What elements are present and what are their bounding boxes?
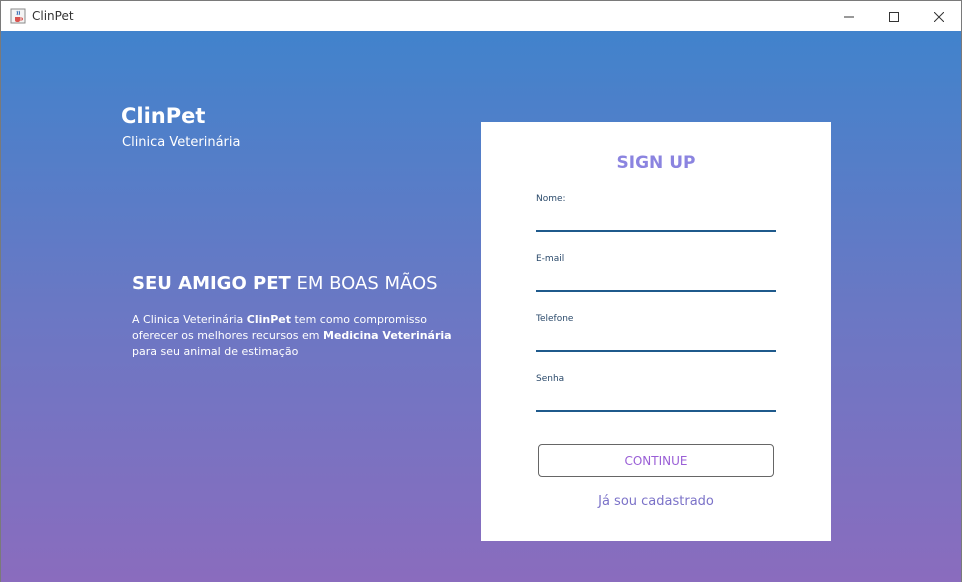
title-bar[interactable]: ClinPet — [1, 1, 961, 31]
minimize-icon — [843, 7, 854, 26]
name-input[interactable] — [536, 208, 776, 232]
hero-headline-rest: EM BOAS MÃOS — [290, 273, 438, 294]
hero-headline-bold: SEU AMIGO PET — [132, 273, 291, 294]
window-title: ClinPet — [32, 9, 74, 23]
signup-card: SIGN UP Nome: E-mail Telefone Senha CONT… — [481, 122, 831, 541]
email-field: E-mail — [536, 254, 776, 294]
hero-description: A Clinica Veterinária ClinPet tem como c… — [132, 312, 452, 360]
continue-button[interactable]: CONTINUE — [538, 444, 774, 477]
name-label: Nome: — [536, 194, 566, 204]
phone-field: Telefone — [536, 314, 776, 354]
java-cup-icon — [10, 8, 26, 24]
already-registered-link[interactable]: Já sou cadastrado — [481, 494, 831, 509]
close-button[interactable] — [916, 1, 961, 31]
signup-title: SIGN UP — [616, 153, 696, 173]
hero-desc-specialty: Medicina Veterinária — [323, 329, 452, 342]
main-panel: ClinPet Clinica Veterinária SEU AMIGO PE… — [1, 31, 961, 582]
phone-input[interactable] — [536, 328, 776, 352]
hero-desc-brand: ClinPet — [246, 313, 291, 326]
email-label: E-mail — [536, 254, 565, 264]
password-field: Senha — [536, 374, 776, 414]
email-input[interactable] — [536, 268, 776, 292]
hero-desc-part-1: A Clinica Veterinária — [132, 313, 247, 326]
phone-label: Telefone — [536, 314, 574, 324]
close-icon — [933, 7, 944, 26]
brand-title: ClinPet — [121, 104, 206, 128]
maximize-button[interactable] — [871, 1, 916, 31]
name-field: Nome: — [536, 194, 776, 234]
maximize-icon — [888, 7, 899, 26]
password-label: Senha — [536, 374, 565, 384]
hero-headline: SEU AMIGO PET EM BOAS MÃOS — [132, 273, 438, 294]
hero-desc-part-3: para seu animal de estimação — [132, 345, 299, 358]
password-input[interactable] — [536, 388, 776, 412]
brand-subtitle: Clinica Veterinária — [122, 135, 241, 150]
app-window: ClinPet ClinPet Clinica Veterinária SEU … — [0, 0, 962, 582]
minimize-button[interactable] — [826, 1, 871, 31]
